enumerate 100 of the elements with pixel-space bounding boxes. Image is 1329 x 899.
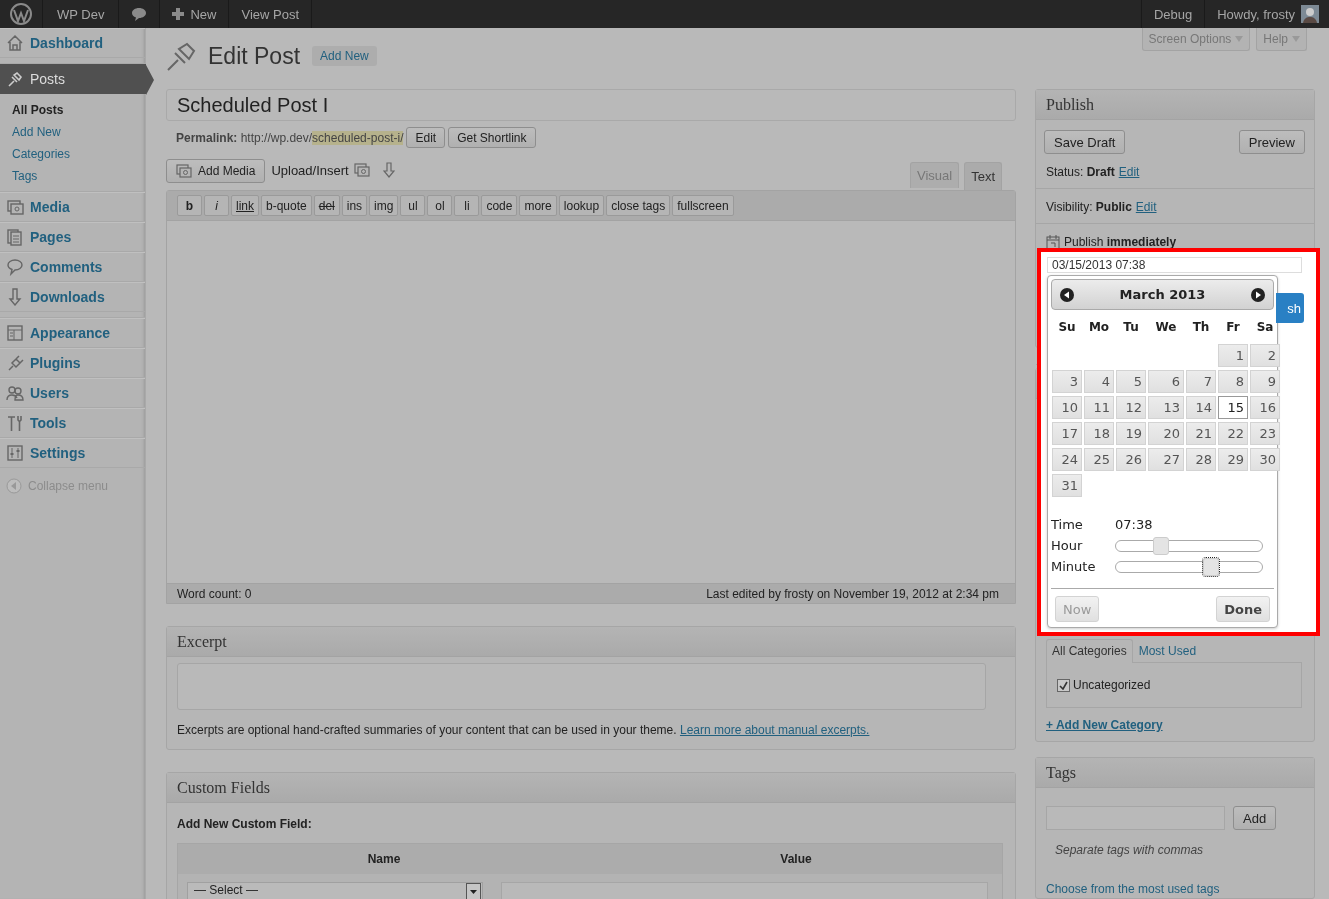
calendar-day[interactable]: 9 — [1250, 370, 1280, 393]
add-tag-button[interactable]: Add — [1233, 806, 1277, 830]
shortlink-button[interactable]: Get Shortlink — [448, 127, 536, 148]
calendar-day[interactable]: 19 — [1116, 422, 1146, 445]
house-icon — [6, 34, 24, 52]
menu-item[interactable]: Settings — [0, 438, 145, 468]
calendar-day[interactable]: 31 — [1052, 474, 1082, 497]
quicktag-button[interactable]: i — [204, 195, 229, 216]
editor-tab[interactable]: Text — [964, 162, 1002, 190]
calendar-day[interactable]: 13 — [1148, 396, 1184, 419]
excerpt-help-link[interactable]: Learn more about manual excerpts. — [679, 723, 870, 737]
calendar-day[interactable]: 4 — [1084, 370, 1114, 393]
checkbox[interactable] — [1057, 678, 1070, 692]
submenu-item[interactable]: All Posts — [12, 99, 64, 121]
calendar-day[interactable]: 6 — [1148, 370, 1184, 393]
slider-label: Hour — [1051, 538, 1084, 553]
calendar-day[interactable]: 25 — [1084, 448, 1114, 471]
quicktag-button[interactable]: b — [177, 195, 202, 216]
view-post-link[interactable]: View Post — [229, 0, 313, 28]
page-title: Edit Post — [208, 42, 301, 70]
wordpress-logo-icon — [10, 3, 32, 25]
menu-item[interactable]: Tools — [0, 408, 145, 438]
permalink-slug: scheduled-post-i/ — [312, 130, 404, 145]
title-field[interactable]: Scheduled Post I — [166, 89, 1016, 121]
calendar-icon — [1046, 235, 1060, 250]
calendar-day[interactable]: 15 — [1218, 396, 1248, 419]
date-field[interactable]: 03/15/2013 07:38 — [1047, 257, 1302, 273]
calendar-day[interactable]: 14 — [1186, 396, 1216, 419]
calendar-day[interactable]: 29 — [1218, 448, 1248, 471]
calendar-day[interactable]: 2 — [1250, 344, 1280, 367]
quicktag-button[interactable]: b-quote — [261, 195, 312, 216]
category-tab[interactable]: All Categories — [1046, 639, 1133, 663]
quicktag-button[interactable]: li — [454, 195, 480, 216]
calendar-day[interactable]: 23 — [1250, 422, 1280, 445]
month-title: March 2013 — [1119, 287, 1206, 302]
site-name-link[interactable]: WP Dev — [43, 0, 120, 28]
column-header: Value — [780, 852, 812, 866]
calendar-day[interactable]: 28 — [1186, 448, 1216, 471]
quicktag-button[interactable]: ins — [341, 195, 368, 216]
quicktag-button[interactable]: ol — [427, 195, 453, 216]
menu-item[interactable]: Dashboard — [0, 28, 145, 58]
calendar-day[interactable]: 22 — [1218, 422, 1248, 445]
quicktag-button[interactable]: code — [481, 195, 518, 216]
menu-item[interactable]: Downloads — [0, 282, 145, 312]
menu-item[interactable]: Appearance — [0, 318, 145, 348]
menu-item[interactable]: Pages — [0, 222, 145, 252]
calendar-day[interactable]: 5 — [1116, 370, 1146, 393]
edit-link[interactable]: Edit — [1118, 165, 1140, 179]
calendar-day[interactable]: 1 — [1218, 344, 1248, 367]
speech-bubble-icon — [6, 258, 24, 276]
calendar-day[interactable]: 30 — [1250, 448, 1280, 471]
most-used-tags-link[interactable]: Choose from the most used tags — [1046, 882, 1220, 896]
category-tab[interactable]: Most Used — [1132, 639, 1203, 662]
time-value: 07:38 — [1115, 517, 1154, 532]
name-select[interactable]: — Select — — [187, 882, 483, 899]
preview-button[interactable]: Preview — [1238, 130, 1305, 154]
slider-handle[interactable] — [1202, 557, 1219, 576]
submenu-item[interactable]: Categories — [12, 143, 71, 165]
word-count: Word count: 0 — [177, 586, 252, 601]
calendar-day[interactable]: 11 — [1084, 396, 1114, 419]
edit-link[interactable]: Edit — [1135, 200, 1157, 214]
box-title: Custom Fields — [177, 779, 270, 797]
calendar-day[interactable]: 20 — [1148, 422, 1184, 445]
calendar-day[interactable]: 3 — [1052, 370, 1082, 393]
done-button[interactable]: Done — [1216, 596, 1270, 622]
calendar-day[interactable]: 16 — [1250, 396, 1280, 419]
publish-button[interactable]: sh — [1276, 293, 1304, 323]
save-draft-button[interactable]: Save Draft — [1044, 130, 1126, 154]
calendar-day[interactable]: 12 — [1116, 396, 1146, 419]
menu-item[interactable]: Plugins — [0, 348, 145, 378]
calendar-day[interactable]: 18 — [1084, 422, 1114, 445]
quicktag-button[interactable]: img — [369, 195, 399, 216]
calendar-day[interactable]: 26 — [1116, 448, 1146, 471]
quicktag-button[interactable]: more — [519, 195, 557, 216]
menu-item[interactable]: Media — [0, 192, 145, 222]
calendar-day[interactable]: 24 — [1052, 448, 1082, 471]
menu-item[interactable]: Comments — [0, 252, 145, 282]
dropdown-arrow-icon — [466, 883, 481, 899]
submenu-item[interactable]: Add New — [12, 121, 61, 143]
edit-button[interactable]: Edit — [406, 127, 446, 148]
calendar-day[interactable]: 10 — [1052, 396, 1082, 419]
new-menu[interactable]: New — [160, 0, 230, 28]
calendar-day[interactable]: 7 — [1186, 370, 1216, 393]
calendar-day[interactable]: 17 — [1052, 422, 1082, 445]
add-new-button[interactable]: Add New — [312, 46, 377, 66]
quicktag-button[interactable]: lookup — [558, 195, 605, 216]
quicktag-button[interactable]: del — [313, 195, 340, 216]
quicktag-button[interactable]: ul — [400, 195, 426, 216]
quicktag-button[interactable]: link — [231, 195, 259, 216]
slider-handle[interactable] — [1153, 536, 1170, 555]
quicktag-button[interactable]: fullscreen — [672, 195, 734, 216]
submenu-item[interactable]: Tags — [12, 165, 38, 187]
calendar-day[interactable]: 21 — [1186, 422, 1216, 445]
calendar-day[interactable]: 8 — [1218, 370, 1248, 393]
weekday-label: We — [1155, 320, 1177, 334]
add-media-button[interactable]: Add Media — [166, 159, 266, 183]
add-category-link[interactable]: + Add New Category — [1046, 718, 1163, 732]
quicktag-button[interactable]: close tags — [606, 195, 671, 216]
menu-item[interactable]: Users — [0, 378, 145, 408]
calendar-day[interactable]: 27 — [1148, 448, 1184, 471]
